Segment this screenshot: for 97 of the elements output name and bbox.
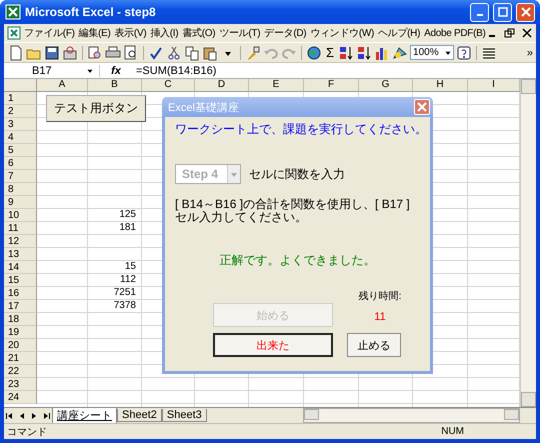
timer-label: 残り時間: bbox=[358, 290, 402, 303]
column-header[interactable]: C bbox=[142, 79, 195, 92]
close-icon bbox=[520, 7, 530, 17]
new-document-icon[interactable] bbox=[8, 44, 24, 60]
column-header[interactable]: E bbox=[249, 79, 304, 92]
table-cell-text: 7251 bbox=[112, 287, 137, 300]
maximize-button[interactable] bbox=[493, 2, 512, 22]
step-label: セルに関数を入力 bbox=[249, 166, 345, 182]
row-header[interactable]: 21 bbox=[4, 352, 37, 365]
row-header[interactable]: 24 bbox=[4, 391, 37, 404]
table-cell-text: 15 bbox=[124, 261, 137, 274]
row-header[interactable]: 20 bbox=[4, 339, 37, 352]
caret-icon bbox=[227, 165, 240, 183]
menu-item[interactable]: ファイル(F) bbox=[22, 25, 77, 41]
table-cell-text: 125 bbox=[118, 209, 137, 222]
help-icon[interactable] bbox=[456, 44, 472, 60]
row-header[interactable]: 3 bbox=[4, 118, 37, 131]
paintbrush-icon[interactable] bbox=[245, 44, 261, 60]
formula-field[interactable]: =SUM(B14:B16) bbox=[132, 64, 216, 76]
row-header[interactable]: 9 bbox=[4, 196, 37, 209]
save-icon[interactable] bbox=[44, 44, 60, 60]
close-button[interactable] bbox=[516, 2, 535, 22]
sort-ascending-icon[interactable] bbox=[338, 44, 354, 60]
table-cell-text: 181 bbox=[118, 222, 137, 235]
printer-icon[interactable] bbox=[105, 44, 121, 60]
menu-item[interactable]: ツール(T) bbox=[217, 25, 262, 41]
menu-item[interactable]: ヘルプ(H) bbox=[376, 25, 422, 41]
row-header[interactable]: 23 bbox=[4, 378, 37, 391]
dialog-button[interactable]: 止める bbox=[347, 333, 401, 357]
task-text: [ B14～B16 ]の合計を関数を使用し、[ B17 ] セル入力してください。 bbox=[175, 198, 411, 224]
timer-value: 11 bbox=[374, 311, 386, 323]
row-header[interactable]: 19 bbox=[4, 326, 37, 339]
overflow-button[interactable]: » bbox=[526, 46, 536, 58]
sheet-tab[interactable]: Sheet3 bbox=[162, 409, 207, 422]
menu-item[interactable]: 挿入(I) bbox=[148, 25, 180, 41]
sort-descending-icon[interactable] bbox=[356, 44, 372, 60]
menu-item[interactable]: 編集(E) bbox=[76, 25, 113, 41]
menu-item[interactable]: Adobe PDF(B) bbox=[422, 26, 488, 40]
row-header[interactable]: 6 bbox=[4, 157, 37, 170]
column-header[interactable]: D bbox=[195, 79, 249, 92]
menu-item[interactable]: データ(D) bbox=[262, 25, 308, 41]
column-header[interactable]: I bbox=[468, 79, 520, 92]
row-header[interactable]: 14 bbox=[4, 261, 37, 274]
row-header[interactable]: 5 bbox=[4, 144, 37, 157]
close-button[interactable] bbox=[414, 99, 430, 115]
status-mode: コマンド bbox=[7, 426, 47, 438]
menu-item[interactable]: ウィンドウ(W) bbox=[308, 25, 376, 41]
column-header[interactable]: F bbox=[304, 79, 359, 92]
num-lock-indicator: NUM bbox=[441, 426, 464, 437]
paste-icon[interactable] bbox=[202, 44, 218, 60]
row-header[interactable]: 13 bbox=[4, 248, 37, 261]
column-header[interactable]: B bbox=[88, 79, 142, 92]
dialog-button[interactable]: 出来た bbox=[213, 333, 333, 357]
menu-item[interactable]: 書式(O) bbox=[180, 25, 218, 41]
test-button[interactable]: テスト用ボタン bbox=[46, 95, 146, 122]
instruction-text: ワークシート上で、課題を実行してください。 bbox=[175, 121, 420, 138]
row-header[interactable]: 15 bbox=[4, 274, 37, 287]
copy-icon[interactable] bbox=[184, 44, 200, 60]
column-header[interactable]: G bbox=[359, 79, 413, 92]
maximize-icon bbox=[498, 7, 508, 17]
row-header[interactable]: 7 bbox=[4, 170, 37, 183]
sheet-tab[interactable]: Sheet2 bbox=[117, 409, 162, 422]
scissors-icon[interactable] bbox=[166, 44, 182, 60]
column-header[interactable]: A bbox=[37, 79, 88, 92]
table-cell-text: 112 bbox=[119, 274, 137, 287]
window-title: Microsoft Excel - step8 bbox=[25, 5, 157, 19]
row-header[interactable]: 8 bbox=[4, 183, 37, 196]
close-icon bbox=[415, 100, 429, 114]
row-header[interactable]: 18 bbox=[4, 313, 37, 326]
row-header[interactable]: 12 bbox=[4, 235, 37, 248]
sheet-tab[interactable]: 講座シート bbox=[52, 408, 117, 424]
minimize-icon bbox=[476, 14, 482, 16]
globe-icon[interactable] bbox=[306, 44, 322, 60]
row-header[interactable]: 11 bbox=[4, 222, 37, 235]
restore-icon[interactable] bbox=[504, 28, 516, 38]
close-icon[interactable] bbox=[522, 28, 532, 38]
minimize-button[interactable] bbox=[470, 2, 489, 22]
row-header[interactable]: 16 bbox=[4, 287, 37, 300]
name-box[interactable]: B17 bbox=[4, 64, 100, 76]
magnifier-document-icon[interactable] bbox=[87, 44, 103, 60]
menu-item[interactable]: 表示(V) bbox=[112, 25, 148, 41]
column-header[interactable]: H bbox=[413, 79, 468, 92]
zoom-dropdown[interactable]: 100% bbox=[410, 45, 454, 60]
dialog-title: Excel基礎講座 bbox=[168, 100, 240, 114]
row-header[interactable]: 10 bbox=[4, 209, 37, 222]
drawing-icon[interactable] bbox=[392, 44, 408, 60]
row-header[interactable]: 4 bbox=[4, 131, 37, 144]
row-header[interactable]: 2 bbox=[4, 105, 37, 118]
row-header[interactable]: 17 bbox=[4, 300, 37, 313]
row-header[interactable]: 1 bbox=[4, 92, 37, 105]
result-message: 正解です。よくできました。 bbox=[218, 252, 376, 269]
function-label[interactable]: fx bbox=[100, 64, 132, 76]
row-header[interactable]: 22 bbox=[4, 365, 37, 378]
table-cell-text: 7378 bbox=[112, 300, 137, 313]
app-icon bbox=[5, 4, 21, 20]
workbook-icon[interactable] bbox=[6, 25, 22, 41]
sum-button[interactable]: Σ bbox=[324, 45, 336, 60]
